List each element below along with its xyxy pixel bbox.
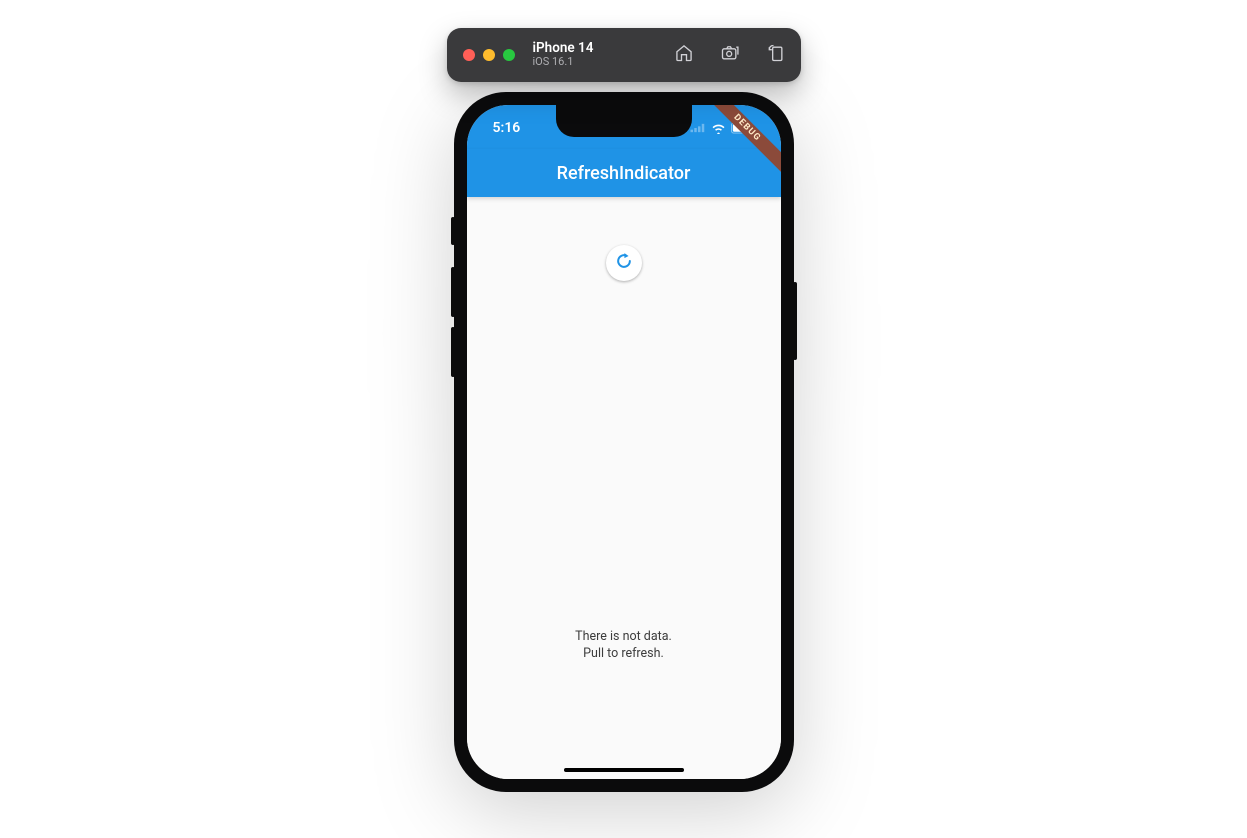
home-button[interactable] (673, 44, 695, 66)
app-bar-title: RefreshIndicator (557, 163, 691, 184)
content-area[interactable]: There is not data. Pull to refresh. (467, 197, 781, 779)
maximize-window-button[interactable] (503, 49, 515, 61)
app-bar: RefreshIndicator (467, 149, 781, 197)
simulator-title-block: iPhone 14 iOS 16.1 (533, 41, 594, 69)
window-traffic-lights (463, 49, 515, 61)
simulator-control-bar: iPhone 14 iOS 16.1 (447, 28, 801, 82)
cellular-signal-icon (690, 123, 706, 133)
mute-switch (451, 217, 455, 245)
phone-screen[interactable]: 5:16 (467, 105, 781, 779)
minimize-window-button[interactable] (483, 49, 495, 61)
display-notch (556, 105, 692, 137)
phone-frame: DEBUG 5:16 (454, 92, 794, 792)
close-window-button[interactable] (463, 49, 475, 61)
refresh-icon (614, 251, 634, 275)
home-indicator[interactable] (564, 768, 684, 772)
simulator-device-name: iPhone 14 (533, 41, 594, 57)
wifi-icon (711, 123, 726, 134)
volume-up-button (451, 267, 455, 317)
home-icon (674, 43, 694, 67)
screenshot-button[interactable] (719, 44, 741, 66)
rotate-icon (766, 43, 786, 67)
refresh-indicator (606, 245, 642, 281)
empty-state-message: There is not data. Pull to refresh. (467, 629, 781, 663)
simulator-os-version: iOS 16.1 (533, 56, 594, 69)
power-button (793, 282, 797, 360)
status-bar-icons (690, 122, 755, 134)
status-bar-time: 5:16 (493, 120, 521, 136)
empty-state-line-2: Pull to refresh. (467, 646, 781, 663)
rotate-button[interactable] (765, 44, 787, 66)
empty-state-line-1: There is not data. (467, 629, 781, 646)
camera-icon (720, 43, 740, 67)
simulator-action-buttons (673, 44, 787, 66)
volume-down-button (451, 327, 455, 377)
phone-simulator: DEBUG 5:16 (454, 92, 794, 792)
battery-icon (731, 122, 755, 134)
